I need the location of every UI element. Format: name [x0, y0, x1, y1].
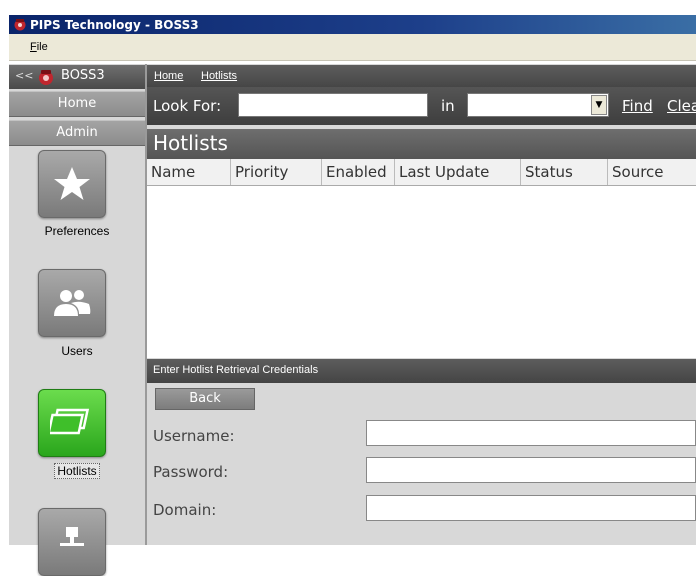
sidebar-item-users[interactable] — [38, 269, 106, 337]
breadcrumb: Home Hotlists — [147, 65, 696, 87]
hotlists-table-body[interactable] — [147, 186, 696, 358]
boss3-logo-icon — [37, 68, 55, 86]
breadcrumb-home-link[interactable]: Home — [154, 70, 183, 82]
sidebar-item-preferences[interactable] — [38, 150, 106, 218]
sidebar-admin-button[interactable]: Admin — [9, 120, 145, 146]
column-header-priority[interactable]: Priority — [231, 159, 322, 185]
network-icon — [57, 525, 87, 559]
column-header-last-update[interactable]: Last Update — [395, 159, 521, 185]
look-for-input[interactable] — [238, 93, 428, 117]
credentials-header-label: Enter Hotlist Retrieval Credentials — [153, 364, 319, 376]
sidebar-item-label: Users — [61, 344, 93, 358]
menu-file[interactable]: File — [30, 41, 48, 53]
sidebar-item-label: Preferences — [44, 224, 110, 238]
column-header-status[interactable]: Status — [521, 159, 608, 185]
search-bar: Look For: in ▼ Find Clea — [147, 87, 696, 125]
in-label: in — [441, 97, 455, 115]
sidebar-header: << BOSS3 — [9, 65, 145, 89]
window-title-bar[interactable]: PIPS Technology - BOSS3 — [9, 15, 696, 34]
menu-bar: File — [9, 34, 696, 61]
sidebar-home-button[interactable]: Home — [9, 91, 145, 117]
password-label: Password: — [153, 463, 229, 481]
boss3-logo-icon — [13, 18, 27, 31]
username-field[interactable] — [366, 420, 696, 446]
sidebar-item-network[interactable] — [38, 508, 106, 576]
sidebar-item-hotlists[interactable] — [38, 389, 106, 457]
username-label: Username: — [153, 427, 235, 445]
find-link[interactable]: Find — [622, 97, 653, 115]
credentials-header: Enter Hotlist Retrieval Credentials — [147, 359, 696, 383]
page-title: Hotlists — [153, 131, 228, 155]
window-title: PIPS Technology - BOSS3 — [30, 17, 199, 32]
back-button[interactable]: Back — [155, 388, 255, 410]
column-header-source[interactable]: Source — [608, 159, 696, 185]
page-title-bar: Hotlists — [147, 129, 696, 159]
password-field[interactable] — [366, 457, 696, 483]
hotlists-table-header: Name Priority Enabled Last Update Status… — [147, 159, 696, 186]
search-field-select[interactable]: ▼ — [467, 93, 609, 117]
menu-file-rest: ile — [36, 41, 48, 53]
domain-field[interactable] — [366, 495, 696, 521]
star-icon — [52, 164, 92, 204]
hotlists-icon — [50, 408, 94, 438]
menu-file-mnemonic: F — [30, 41, 37, 53]
chevron-down-icon[interactable]: ▼ — [591, 95, 607, 115]
collapse-sidebar-button[interactable]: << — [15, 69, 33, 82]
main-panel: Home Hotlists Look For: in ▼ Find Clea H… — [147, 64, 696, 545]
clear-link[interactable]: Clea — [667, 97, 696, 115]
column-header-enabled[interactable]: Enabled — [322, 159, 395, 185]
users-icon — [51, 286, 93, 320]
breadcrumb-hotlists-link[interactable]: Hotlists — [201, 70, 237, 82]
domain-label: Domain: — [153, 501, 217, 519]
sidebar-item-label: Hotlists — [9, 463, 145, 479]
sidebar: << BOSS3 Home Admin Preferences Users Ho… — [9, 64, 147, 576]
look-for-label: Look For: — [153, 97, 222, 115]
sidebar-title: BOSS3 — [61, 68, 105, 83]
column-header-name[interactable]: Name — [147, 159, 231, 185]
